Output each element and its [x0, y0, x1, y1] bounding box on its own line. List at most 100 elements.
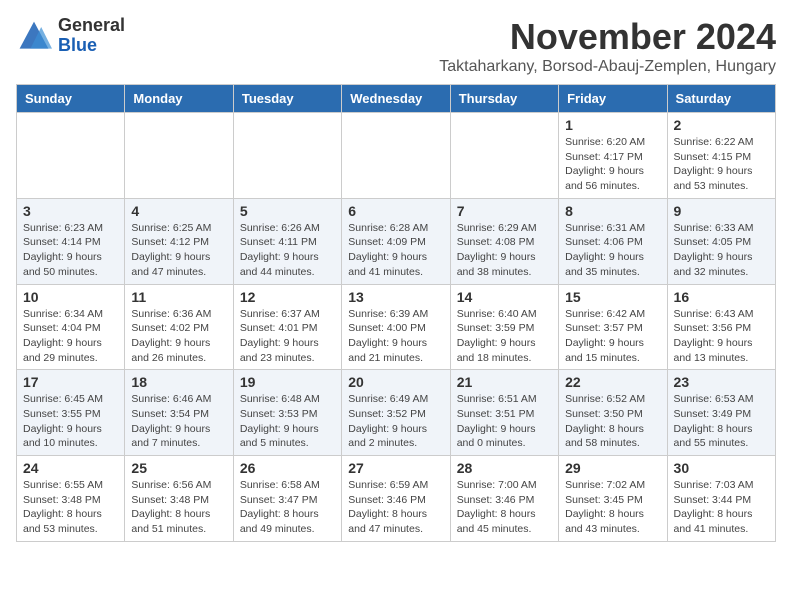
day-info: Sunrise: 7:02 AM Sunset: 3:45 PM Dayligh…: [565, 478, 660, 537]
day-cell: 23 Sunrise: 6:53 AM Sunset: 3:49 PM Dayli…: [667, 370, 775, 456]
day-number: 29: [565, 460, 660, 476]
week-row-4: 17 Sunrise: 6:45 AM Sunset: 3:55 PM Dayli…: [17, 370, 776, 456]
calendar-table: SundayMondayTuesdayWednesdayThursdayFrid…: [16, 84, 776, 542]
day-number: 20: [348, 374, 443, 390]
header: General Blue November 2024 Taktaharkany,…: [16, 16, 776, 76]
week-row-1: 1Sunrise: 6:20 AM Sunset: 4:17 PM Daylig…: [17, 113, 776, 199]
day-info: Sunrise: 6:45 AM Sunset: 3:55 PM Dayligh…: [23, 392, 118, 451]
day-cell: 19 Sunrise: 6:48 AM Sunset: 3:53 PM Dayli…: [233, 370, 341, 456]
day-number: 30: [674, 460, 769, 476]
day-info: Sunrise: 6:26 AM Sunset: 4:11 PM Dayligh…: [240, 221, 335, 280]
day-info: Sunrise: 6:29 AM Sunset: 4:08 PM Dayligh…: [457, 221, 552, 280]
day-number: 8: [565, 203, 660, 219]
day-info: Sunrise: 6:51 AM Sunset: 3:51 PM Dayligh…: [457, 392, 552, 451]
day-cell: 17 Sunrise: 6:45 AM Sunset: 3:55 PM Dayli…: [17, 370, 125, 456]
day-cell: 26Sunrise: 6:58 AM Sunset: 3:47 PM Dayli…: [233, 456, 341, 542]
day-info: Sunrise: 6:48 AM Sunset: 3:53 PM Dayligh…: [240, 392, 335, 451]
logo-text: General Blue: [58, 16, 125, 56]
week-row-5: 24Sunrise: 6:55 AM Sunset: 3:48 PM Dayli…: [17, 456, 776, 542]
day-cell: 27 Sunrise: 6:59 AM Sunset: 3:46 PM Dayli…: [342, 456, 450, 542]
day-number: 18: [131, 374, 226, 390]
day-cell: 7Sunrise: 6:29 AM Sunset: 4:08 PM Daylig…: [450, 198, 558, 284]
day-cell: 11 Sunrise: 6:36 AM Sunset: 4:02 PM Dayli…: [125, 284, 233, 370]
day-info: Sunrise: 6:59 AM Sunset: 3:46 PM Dayligh…: [348, 478, 443, 537]
day-info: Sunrise: 6:23 AM Sunset: 4:14 PM Dayligh…: [23, 221, 118, 280]
logo-icon: [16, 18, 52, 54]
logo-blue-text: Blue: [58, 36, 125, 56]
day-info: Sunrise: 6:43 AM Sunset: 3:56 PM Dayligh…: [674, 307, 769, 366]
day-number: 12: [240, 289, 335, 305]
day-cell: [17, 113, 125, 199]
day-cell: [450, 113, 558, 199]
page-container: General Blue November 2024 Taktaharkany,…: [16, 16, 776, 542]
day-number: 9: [674, 203, 769, 219]
day-info: Sunrise: 6:58 AM Sunset: 3:47 PM Dayligh…: [240, 478, 335, 537]
day-cell: 15 Sunrise: 6:42 AM Sunset: 3:57 PM Dayli…: [559, 284, 667, 370]
day-cell: 8Sunrise: 6:31 AM Sunset: 4:06 PM Daylig…: [559, 198, 667, 284]
day-number: 16: [674, 289, 769, 305]
day-info: Sunrise: 6:56 AM Sunset: 3:48 PM Dayligh…: [131, 478, 226, 537]
day-info: Sunrise: 6:20 AM Sunset: 4:17 PM Dayligh…: [565, 135, 660, 194]
day-number: 3: [23, 203, 118, 219]
col-header-friday: Friday: [559, 85, 667, 113]
day-info: Sunrise: 7:00 AM Sunset: 3:46 PM Dayligh…: [457, 478, 552, 537]
header-row: SundayMondayTuesdayWednesdayThursdayFrid…: [17, 85, 776, 113]
day-info: Sunrise: 6:46 AM Sunset: 3:54 PM Dayligh…: [131, 392, 226, 451]
day-cell: 12 Sunrise: 6:37 AM Sunset: 4:01 PM Dayli…: [233, 284, 341, 370]
day-cell: 29 Sunrise: 7:02 AM Sunset: 3:45 PM Dayli…: [559, 456, 667, 542]
day-info: Sunrise: 7:03 AM Sunset: 3:44 PM Dayligh…: [674, 478, 769, 537]
day-cell: [125, 113, 233, 199]
day-info: Sunrise: 6:25 AM Sunset: 4:12 PM Dayligh…: [131, 221, 226, 280]
day-info: Sunrise: 6:36 AM Sunset: 4:02 PM Dayligh…: [131, 307, 226, 366]
day-info: Sunrise: 6:40 AM Sunset: 3:59 PM Dayligh…: [457, 307, 552, 366]
day-cell: 14 Sunrise: 6:40 AM Sunset: 3:59 PM Dayli…: [450, 284, 558, 370]
day-info: Sunrise: 6:52 AM Sunset: 3:50 PM Dayligh…: [565, 392, 660, 451]
week-row-3: 10Sunrise: 6:34 AM Sunset: 4:04 PM Dayli…: [17, 284, 776, 370]
day-cell: 5 Sunrise: 6:26 AM Sunset: 4:11 PM Daylig…: [233, 198, 341, 284]
day-number: 28: [457, 460, 552, 476]
col-header-sunday: Sunday: [17, 85, 125, 113]
day-number: 22: [565, 374, 660, 390]
day-number: 21: [457, 374, 552, 390]
day-number: 2: [674, 117, 769, 133]
day-info: Sunrise: 6:39 AM Sunset: 4:00 PM Dayligh…: [348, 307, 443, 366]
week-row-2: 3 Sunrise: 6:23 AM Sunset: 4:14 PM Daylig…: [17, 198, 776, 284]
day-number: 14: [457, 289, 552, 305]
day-number: 11: [131, 289, 226, 305]
day-cell: 20Sunrise: 6:49 AM Sunset: 3:52 PM Dayli…: [342, 370, 450, 456]
col-header-saturday: Saturday: [667, 85, 775, 113]
day-number: 27: [348, 460, 443, 476]
day-cell: 28 Sunrise: 7:00 AM Sunset: 3:46 PM Dayli…: [450, 456, 558, 542]
day-cell: 30 Sunrise: 7:03 AM Sunset: 3:44 PM Dayli…: [667, 456, 775, 542]
day-cell: 1Sunrise: 6:20 AM Sunset: 4:17 PM Daylig…: [559, 113, 667, 199]
title-block: November 2024 Taktaharkany, Borsod-Abauj…: [439, 16, 776, 76]
day-cell: 4Sunrise: 6:25 AM Sunset: 4:12 PM Daylig…: [125, 198, 233, 284]
day-info: Sunrise: 6:53 AM Sunset: 3:49 PM Dayligh…: [674, 392, 769, 451]
day-cell: [233, 113, 341, 199]
subtitle: Taktaharkany, Borsod-Abauj-Zemplen, Hung…: [439, 58, 776, 76]
day-number: 19: [240, 374, 335, 390]
col-header-tuesday: Tuesday: [233, 85, 341, 113]
day-cell: 2Sunrise: 6:22 AM Sunset: 4:15 PM Daylig…: [667, 113, 775, 199]
day-info: Sunrise: 6:37 AM Sunset: 4:01 PM Dayligh…: [240, 307, 335, 366]
day-number: 15: [565, 289, 660, 305]
day-info: Sunrise: 6:33 AM Sunset: 4:05 PM Dayligh…: [674, 221, 769, 280]
day-info: Sunrise: 6:42 AM Sunset: 3:57 PM Dayligh…: [565, 307, 660, 366]
day-info: Sunrise: 6:28 AM Sunset: 4:09 PM Dayligh…: [348, 221, 443, 280]
day-cell: 10Sunrise: 6:34 AM Sunset: 4:04 PM Dayli…: [17, 284, 125, 370]
day-cell: 22 Sunrise: 6:52 AM Sunset: 3:50 PM Dayli…: [559, 370, 667, 456]
day-number: 17: [23, 374, 118, 390]
day-cell: 6Sunrise: 6:28 AM Sunset: 4:09 PM Daylig…: [342, 198, 450, 284]
day-number: 10: [23, 289, 118, 305]
col-header-wednesday: Wednesday: [342, 85, 450, 113]
col-header-monday: Monday: [125, 85, 233, 113]
day-cell: 25Sunrise: 6:56 AM Sunset: 3:48 PM Dayli…: [125, 456, 233, 542]
day-cell: 16 Sunrise: 6:43 AM Sunset: 3:56 PM Dayli…: [667, 284, 775, 370]
day-cell: 24Sunrise: 6:55 AM Sunset: 3:48 PM Dayli…: [17, 456, 125, 542]
main-title: November 2024: [439, 16, 776, 58]
day-cell: 21 Sunrise: 6:51 AM Sunset: 3:51 PM Dayli…: [450, 370, 558, 456]
day-number: 23: [674, 374, 769, 390]
col-header-thursday: Thursday: [450, 85, 558, 113]
day-info: Sunrise: 6:55 AM Sunset: 3:48 PM Dayligh…: [23, 478, 118, 537]
day-number: 5: [240, 203, 335, 219]
